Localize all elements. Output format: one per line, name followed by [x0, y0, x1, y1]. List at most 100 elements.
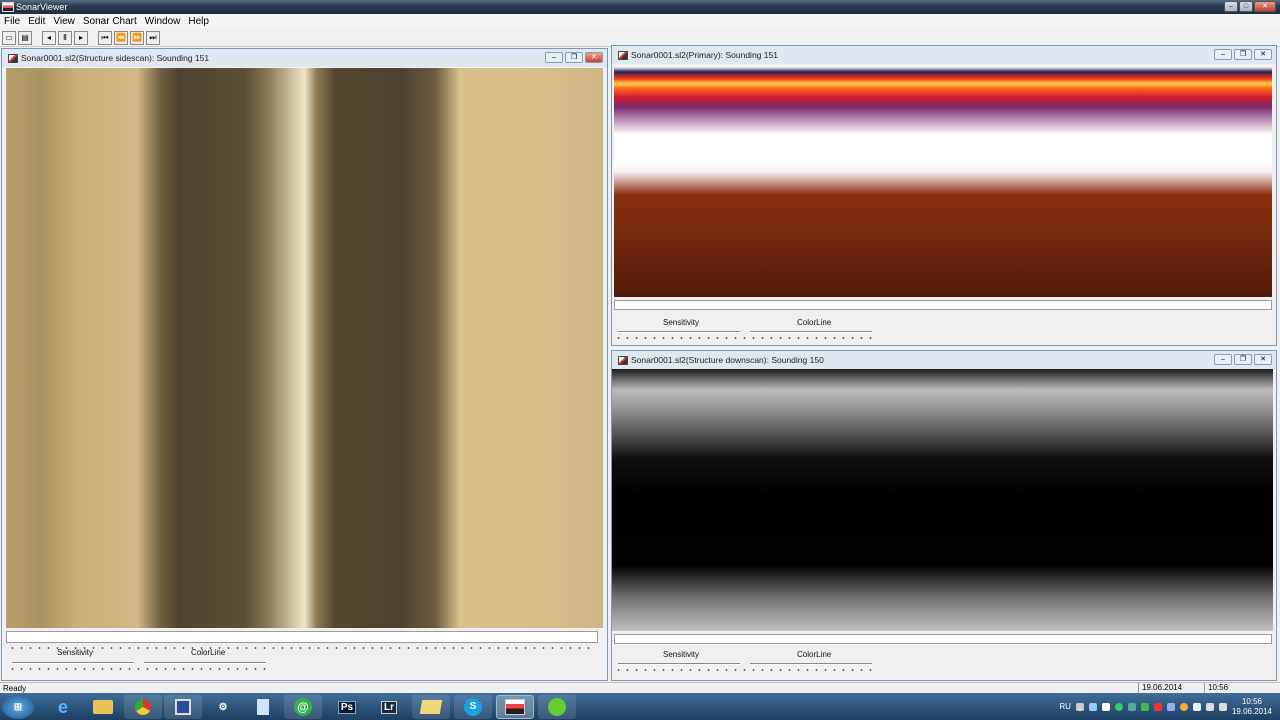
tray-settings-icon[interactable]: [1166, 702, 1175, 711]
sidescan-scroll-slider[interactable]: [6, 631, 598, 643]
status-text: Ready: [3, 684, 27, 693]
last-icon[interactable]: ⏭: [146, 30, 160, 45]
downscan-restore-button[interactable]: ❐: [1234, 354, 1252, 365]
sidescan-ticks: [8, 645, 596, 651]
sidescan-slider-ticks: [8, 666, 270, 672]
menu-window[interactable]: Window: [141, 16, 185, 27]
notepad-icon[interactable]: [244, 695, 282, 719]
sidescan-sensitivity-label: Sensitivity: [57, 648, 94, 657]
downscan-sonar-image[interactable]: [612, 369, 1273, 631]
system-tray: RU 10:56 19.06.2014: [1059, 693, 1280, 720]
downscan-sensitivity-label: Sensitivity: [663, 650, 700, 659]
sidescan-caption: Sonar0001.sl2(Structure sidescan): Sound…: [2, 49, 607, 67]
primary-slider-ticks: [614, 335, 876, 341]
downscan-title: Sonar0001.sl2(Structure downscan): Sound…: [631, 355, 824, 365]
sidescan-restore-button[interactable]: ❐: [565, 52, 583, 63]
primary-colorline-label: ColorLine: [797, 318, 832, 327]
open-icon[interactable]: ▭: [2, 30, 16, 45]
minimize-button[interactable]: –: [1224, 1, 1238, 12]
window-controls: – □ ✕: [1224, 1, 1276, 12]
status-time: 10:56: [1204, 683, 1228, 693]
save-icon[interactable]: [164, 695, 202, 719]
tray-green-icon[interactable]: [1114, 702, 1123, 711]
primary-close-button[interactable]: ✕: [1254, 49, 1272, 60]
language-indicator[interactable]: RU: [1059, 702, 1071, 711]
sidescan-colorline-label: ColorLine: [191, 648, 226, 657]
start-button[interactable]: ⊞: [2, 695, 34, 719]
menu-edit[interactable]: Edit: [24, 16, 49, 27]
explorer-icon[interactable]: [84, 695, 122, 719]
folder-icon[interactable]: [412, 695, 450, 719]
maximize-button[interactable]: □: [1239, 1, 1253, 12]
menu-file[interactable]: File: [0, 16, 24, 27]
status-bar: Ready 19.06.2014 10:56: [0, 682, 1280, 693]
flag-icon[interactable]: [1192, 702, 1201, 711]
tray-orange-icon[interactable]: [1179, 702, 1188, 711]
clock-time: 10:56: [1241, 696, 1262, 706]
primary-colorline-slider[interactable]: [750, 331, 872, 333]
sidescan-title: Sonar0001.sl2(Structure sidescan): Sound…: [21, 53, 210, 63]
downscan-scroll-slider[interactable]: [614, 634, 1272, 644]
menu-bar: File Edit View Sonar Chart Window Help: [0, 14, 1280, 28]
taskbar: ⊞ e ⚙ @ Ps Lr S RU 10:56 19.06.2014: [0, 693, 1280, 720]
tool-icon[interactable]: ⚙: [204, 695, 242, 719]
primary-sensitivity-label: Sensitivity: [663, 318, 700, 327]
tray-antivirus-icon[interactable]: [1153, 702, 1162, 711]
lightroom-icon[interactable]: Lr: [370, 695, 408, 719]
prev-frame-icon[interactable]: ◂: [42, 30, 56, 45]
downscan-slider-ticks: [614, 667, 876, 673]
skype-icon[interactable]: S: [454, 695, 492, 719]
downscan-sensitivity-slider[interactable]: [618, 663, 740, 665]
sonar-icon: [618, 50, 628, 60]
menu-sonar-chart[interactable]: Sonar Chart: [79, 16, 141, 27]
photoshop-icon[interactable]: Ps: [328, 695, 366, 719]
primary-scroll-slider[interactable]: [614, 300, 1272, 310]
first-icon[interactable]: ⏮: [98, 30, 112, 45]
tray-pen-icon[interactable]: [1088, 702, 1097, 711]
primary-caption: Sonar0001.sl2(Primary): Sounding 151 – ❐…: [612, 46, 1276, 64]
sidescan-colorline-slider[interactable]: [144, 662, 266, 664]
rewind-icon[interactable]: ⏪: [114, 30, 128, 45]
close-button[interactable]: ✕: [1254, 1, 1276, 12]
app-icon[interactable]: [538, 695, 576, 719]
clock-date: 19.06.2014: [1231, 706, 1272, 716]
forward-icon[interactable]: ⏩: [130, 30, 144, 45]
network-icon[interactable]: [1205, 702, 1214, 711]
primary-sonar-image[interactable]: [614, 65, 1272, 297]
downscan-close-button[interactable]: ✕: [1254, 354, 1272, 365]
sonar-icon: [8, 53, 18, 63]
downscan-minimize-button[interactable]: –: [1214, 354, 1232, 365]
print-icon[interactable]: ▤: [18, 30, 32, 45]
status-date: 19.06.2014: [1138, 683, 1182, 693]
chrome-icon[interactable]: [124, 695, 162, 719]
app-title: SonarViewer: [16, 2, 68, 12]
title-bar: SonarViewer – □ ✕: [0, 0, 1280, 14]
internet-explorer-icon[interactable]: e: [44, 695, 82, 719]
tray-chat-icon[interactable]: [1140, 702, 1149, 711]
primary-sensitivity-slider[interactable]: [618, 331, 740, 333]
downscan-colorline-label: ColorLine: [797, 650, 832, 659]
primary-minimize-button[interactable]: –: [1214, 49, 1232, 60]
tray-b-icon[interactable]: [1075, 702, 1084, 711]
primary-restore-button[interactable]: ❐: [1234, 49, 1252, 60]
play-icon[interactable]: ▸: [74, 30, 88, 45]
sidescan-minimize-button[interactable]: –: [545, 52, 563, 63]
sonarviewer-task-icon[interactable]: [496, 695, 534, 719]
pause-icon[interactable]: Ⅱ: [58, 30, 72, 45]
sonar-icon: [618, 355, 628, 365]
clock[interactable]: 10:56 19.06.2014: [1232, 697, 1272, 717]
downscan-colorline-slider[interactable]: [750, 663, 872, 665]
sidescan-image[interactable]: [6, 68, 603, 628]
downscan-caption: Sonar0001.sl2(Structure downscan): Sound…: [612, 351, 1276, 369]
mail-icon[interactable]: @: [284, 695, 322, 719]
sidescan-close-button[interactable]: ✕: [585, 52, 603, 63]
primary-title: Sonar0001.sl2(Primary): Sounding 151: [631, 50, 778, 60]
menu-view[interactable]: View: [49, 16, 79, 27]
tray-app-icon[interactable]: [1101, 702, 1110, 711]
app-icon: [2, 2, 14, 12]
tray-network-icon[interactable]: [1127, 702, 1136, 711]
volume-icon[interactable]: [1218, 702, 1227, 711]
app-window: SonarViewer – □ ✕ File Edit View Sonar C…: [0, 0, 1280, 693]
sidescan-sensitivity-slider[interactable]: [12, 662, 134, 664]
menu-help[interactable]: Help: [184, 16, 213, 27]
